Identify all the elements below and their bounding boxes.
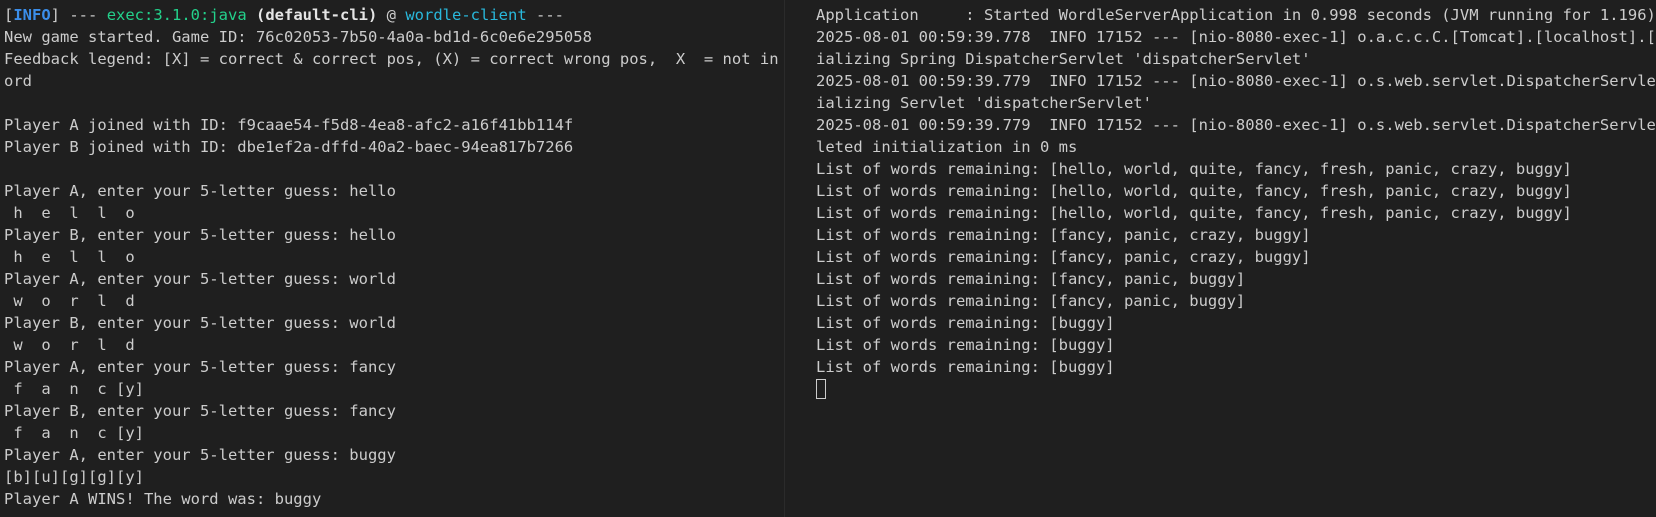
log-level-info: INFO: [13, 6, 51, 24]
exec-plugin: exec:3.1.0:java: [106, 6, 247, 24]
guess-prompt-line: Player A, enter your 5-letter guess: hel…: [4, 182, 396, 200]
guess-feedback-line: h e l l o: [4, 204, 144, 222]
input-prompt-line[interactable]: [816, 378, 1656, 400]
feedback-legend-line: Feedback legend: [X] = correct & correct…: [4, 50, 778, 68]
client-terminal-output: [INFO] --- exec:3.1.0:java (default-cli)…: [4, 4, 778, 510]
log-line: 2025-08-01 00:59:39.778 INFO 17152 --- […: [816, 28, 1656, 46]
player-a-joined-line: Player A joined with ID: f9caae54-f5d8-4…: [4, 116, 574, 134]
words-remaining-line: List of words remaining: [buggy]: [816, 358, 1115, 376]
header-trailing: ---: [526, 6, 564, 24]
guess-prompt-line: Player B, enter your 5-letter guess: fan…: [4, 402, 396, 420]
guess-feedback-line: [b][u][g][g][y]: [4, 468, 144, 486]
guess-prompt-line: Player B, enter your 5-letter guess: wor…: [4, 314, 396, 332]
guess-prompt-line: Player A, enter your 5-letter guess: wor…: [4, 270, 396, 288]
words-remaining-line: List of words remaining: [hello, world, …: [816, 160, 1572, 178]
client-terminal-pane[interactable]: [INFO] --- exec:3.1.0:java (default-cli)…: [0, 0, 778, 517]
module-name: wordle-client: [405, 6, 527, 24]
header-bracket-open: [: [4, 6, 14, 24]
header-bracket-close: ]: [50, 6, 61, 24]
words-remaining-line: List of words remaining: [buggy]: [816, 336, 1115, 354]
server-terminal-pane[interactable]: Application : Started WordleServerApplic…: [791, 0, 1656, 517]
guess-feedback-line: f a n c [y]: [4, 380, 144, 398]
feedback-legend-wrap-line: ord: [4, 72, 32, 90]
log-line: 2025-08-01 00:59:39.779 INFO 17152 --- […: [816, 72, 1656, 90]
execution-id: (default-cli): [256, 6, 378, 24]
log-line: leted initialization in 0 ms: [816, 138, 1078, 156]
words-remaining-line: List of words remaining: [hello, world, …: [816, 182, 1572, 200]
words-remaining-line: List of words remaining: [fancy, panic, …: [816, 292, 1246, 310]
guess-prompt-line: Player B, enter your 5-letter guess: hel…: [4, 226, 396, 244]
guess-prompt-line: Player A, enter your 5-letter guess: bug…: [4, 446, 396, 464]
words-remaining-line: List of words remaining: [buggy]: [816, 314, 1115, 332]
header-dashes: ---: [60, 6, 107, 24]
log-line: ializing Spring DispatcherServlet 'dispa…: [816, 50, 1311, 68]
winner-line: Player A WINS! The word was: buggy: [4, 490, 322, 508]
game-started-line: New game started. Game ID: 76c02053-7b50…: [4, 28, 592, 46]
log-line: ializing Servlet 'dispatcherServlet': [816, 94, 1152, 112]
terminal-split-view: [INFO] --- exec:3.1.0:java (default-cli)…: [0, 0, 1656, 517]
words-remaining-line: List of words remaining: [fancy, panic, …: [816, 248, 1311, 266]
guess-feedback-line: f a n c [y]: [4, 424, 144, 442]
log-line: 2025-08-01 00:59:39.779 INFO 17152 --- […: [816, 116, 1656, 134]
words-remaining-line: List of words remaining: [fancy, panic, …: [816, 226, 1311, 244]
terminal-cursor: [816, 378, 826, 399]
header-at: @: [377, 6, 406, 24]
guess-prompt-line: Player A, enter your 5-letter guess: fan…: [4, 358, 396, 376]
words-remaining-line: List of words remaining: [fancy, panic, …: [816, 270, 1246, 288]
guess-feedback-line: w o r l d: [4, 292, 144, 310]
server-started-line: Application : Started WordleServerApplic…: [816, 6, 1656, 24]
guess-feedback-line: h e l l o: [4, 248, 144, 266]
maven-exec-header: [INFO] --- exec:3.1.0:java (default-cli)…: [4, 4, 778, 26]
words-remaining-line: List of words remaining: [hello, world, …: [816, 204, 1572, 222]
pane-divider-line: [784, 0, 785, 517]
guess-feedback-line: w o r l d: [4, 336, 144, 354]
header-space: [247, 6, 256, 24]
server-terminal-output: Application : Started WordleServerApplic…: [816, 4, 1656, 400]
player-b-joined-line: Player B joined with ID: dbe1ef2a-dffd-4…: [4, 138, 574, 156]
